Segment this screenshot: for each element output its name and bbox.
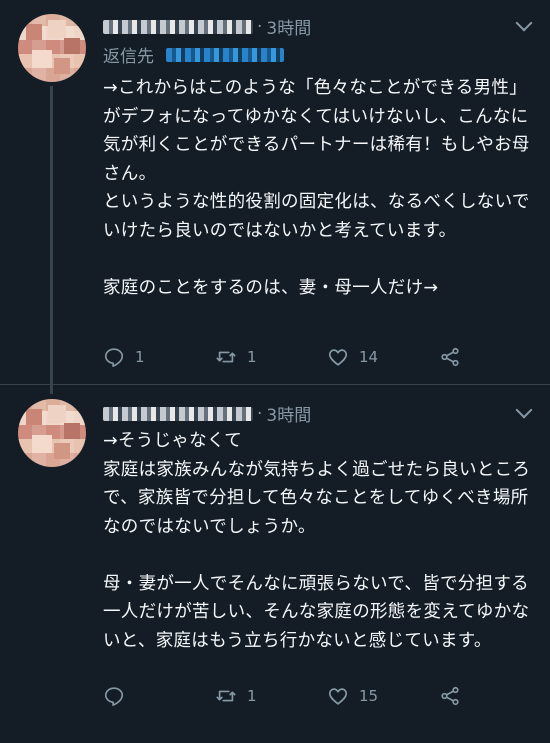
tweet-actions: 1 15 xyxy=(103,685,543,709)
retweet-count: 1 xyxy=(247,348,257,366)
tweet-text: →これからはこのような「色々なことができる男性」がデフォになってゆかなくてはいけ… xyxy=(103,78,530,298)
reply-icon xyxy=(104,687,124,706)
share-icon xyxy=(441,347,459,367)
tweet-time[interactable]: 3時間 xyxy=(266,401,311,426)
retweet-button[interactable]: 1 xyxy=(215,346,257,368)
retweet-button[interactable]: 1 xyxy=(215,685,257,707)
tweet-header: · 3時間 xyxy=(103,14,311,39)
chevron-down-icon[interactable] xyxy=(515,401,533,419)
obscured-reply-handle[interactable] xyxy=(166,47,284,62)
like-count: 15 xyxy=(359,687,379,705)
chevron-down-icon[interactable] xyxy=(515,14,533,32)
reply-button[interactable] xyxy=(103,685,135,707)
reply-to-label: 返信先 xyxy=(103,47,154,67)
obscured-user-name xyxy=(103,406,253,421)
reply-button[interactable]: 1 xyxy=(103,346,145,368)
avatar[interactable] xyxy=(18,399,86,467)
share-button[interactable] xyxy=(439,346,461,368)
avatar[interactable] xyxy=(18,14,86,82)
obscured-user-name xyxy=(103,19,253,34)
tweet-actions: 1 1 14 xyxy=(103,346,543,370)
retweet-icon xyxy=(216,351,236,363)
like-icon xyxy=(328,688,348,705)
tweet[interactable]: · 3時間 返信先 →これからはこのような「色々なことができる男性」がデフォにな… xyxy=(0,0,550,394)
like-icon xyxy=(328,349,348,366)
reply-icon xyxy=(104,348,124,367)
retweet-count: 1 xyxy=(247,687,257,705)
share-icon xyxy=(441,686,459,706)
tweet-time[interactable]: 3時間 xyxy=(266,14,311,39)
reply-to: 返信先 xyxy=(103,42,284,67)
reply-count: 1 xyxy=(135,348,145,366)
tweet-header: · 3時間 xyxy=(103,401,311,426)
like-button[interactable]: 14 xyxy=(327,346,378,368)
like-button[interactable]: 15 xyxy=(327,685,378,707)
like-count: 14 xyxy=(359,348,379,366)
retweet-icon xyxy=(216,690,236,702)
share-button[interactable] xyxy=(439,685,461,707)
tweet-text: →そうじゃなくて 家庭は家族みんなが気持ちよく過ごせたら良いところで、家族皆で分… xyxy=(103,431,531,651)
tweet[interactable]: · 3時間 →そうじゃなくて 家庭は家族みんなが気持ちよく過ごせたら良いところで… xyxy=(0,385,550,743)
thread-line xyxy=(50,86,53,394)
